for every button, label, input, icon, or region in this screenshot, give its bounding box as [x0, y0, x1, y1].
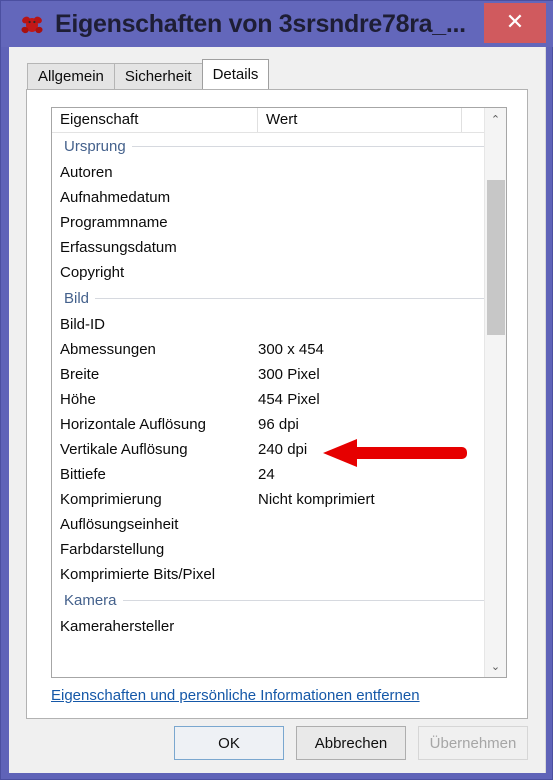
group-header-ursprung: Ursprung [52, 133, 506, 160]
row-property: Programmname [60, 214, 168, 231]
row-property: Bittiefe [60, 466, 106, 483]
tab-sicherheit[interactable]: Sicherheit [113, 63, 203, 89]
tab-details[interactable]: Details [201, 59, 270, 89]
row-property: Auflösungseinheit [60, 516, 179, 533]
row-property: Aufnahmedatum [60, 189, 171, 206]
row-value: 24 [258, 466, 275, 483]
table-row[interactable]: Programmname [52, 210, 506, 235]
group-header-kamera: Kamera [52, 587, 506, 614]
group-label: Bild [64, 290, 90, 307]
window-title: Eigenschaften von 3srsndre78ra_... [55, 10, 466, 38]
close-icon: ✕ [505, 10, 525, 35]
table-row[interactable]: Copyright [52, 260, 506, 285]
apply-button: Übernehmen [418, 726, 528, 760]
row-property: Abmessungen [60, 341, 156, 358]
table-row[interactable]: Höhe 454 Pixel [52, 387, 506, 412]
row-value: 300 Pixel [258, 366, 320, 383]
column-header-property[interactable]: Eigenschaft [52, 108, 258, 132]
table-row[interactable]: Abmessungen 300 x 454 [52, 337, 506, 362]
row-property: Breite [60, 366, 100, 383]
table-row[interactable]: Bild-ID [52, 312, 506, 337]
table-row[interactable]: Kamerahersteller [52, 614, 506, 639]
row-value: 240 dpi [258, 441, 308, 458]
group-rule [122, 600, 500, 601]
table-row[interactable]: Komprimierte Bits/Pixel [52, 562, 506, 587]
table-row[interactable]: Bittiefe 24 [52, 462, 506, 487]
remove-properties-link[interactable]: Eigenschaften und persönliche Informatio… [51, 687, 420, 704]
properties-dialog-window: Eigenschaften von 3srsndre78ra_... ✕ All… [0, 0, 553, 780]
close-button[interactable]: ✕ [484, 3, 546, 43]
group-label: Kamera [64, 592, 117, 609]
group-rule [131, 146, 500, 147]
scroll-down-icon[interactable]: ⌄ [485, 655, 506, 677]
row-property: Horizontale Auflösung [60, 416, 206, 433]
row-property: Autoren [60, 164, 113, 181]
table-row[interactable]: Farbdarstellung [52, 537, 506, 562]
cancel-button[interactable]: Abbrechen [296, 726, 406, 760]
group-rule [95, 298, 500, 299]
column-header-value[interactable]: Wert [258, 108, 462, 132]
group-label: Ursprung [64, 138, 126, 155]
tab-panel-details: Eigenschaft Wert Ursprung Autoren Aufnah… [26, 89, 528, 719]
row-property: Komprimierung [60, 491, 162, 508]
tab-strip: Allgemein Sicherheit Details [27, 59, 270, 89]
row-property: Höhe [60, 391, 96, 408]
table-row[interactable]: Erfassungsdatum [52, 235, 506, 260]
red-figure-icon [17, 9, 47, 39]
row-value: 96 dpi [258, 416, 299, 433]
dialog-button-bar: OK Abbrechen Übernehmen [9, 726, 546, 760]
vertical-scrollbar[interactable]: ⌃ ⌄ [484, 108, 506, 677]
title-bar: Eigenschaften von 3srsndre78ra_... ✕ [1, 1, 553, 47]
ok-button[interactable]: OK [174, 726, 284, 760]
row-value: Nicht komprimiert [258, 491, 375, 508]
list-header-row: Eigenschaft Wert [52, 108, 506, 133]
dialog-body: Allgemein Sicherheit Details Eigenschaft… [9, 47, 546, 773]
group-header-bild: Bild [52, 285, 506, 312]
table-row[interactable]: Auflösungseinheit [52, 512, 506, 537]
scrollbar-thumb[interactable] [487, 180, 505, 335]
row-property: Farbdarstellung [60, 541, 165, 558]
row-value: 300 x 454 [258, 341, 324, 358]
table-row[interactable]: Horizontale Auflösung 96 dpi [52, 412, 506, 437]
table-row[interactable]: Autoren [52, 160, 506, 185]
row-property: Copyright [60, 264, 125, 281]
row-value: 454 Pixel [258, 391, 320, 408]
table-row[interactable]: Aufnahmedatum [52, 185, 506, 210]
table-row-vertikale-aufloesung[interactable]: Vertikale Auflösung 240 dpi [52, 437, 506, 462]
tab-allgemein[interactable]: Allgemein [27, 63, 115, 89]
list-rows: Ursprung Autoren Aufnahmedatum Programmn… [52, 133, 506, 639]
row-property: Erfassungsdatum [60, 239, 177, 256]
table-row[interactable]: Komprimierung Nicht komprimiert [52, 487, 506, 512]
row-property: Kamerahersteller [60, 618, 175, 635]
row-property: Komprimierte Bits/Pixel [60, 566, 216, 583]
details-listbox[interactable]: Eigenschaft Wert Ursprung Autoren Aufnah… [51, 107, 507, 678]
row-property: Bild-ID [60, 316, 106, 333]
scroll-up-icon[interactable]: ⌃ [485, 108, 506, 130]
row-property: Vertikale Auflösung [60, 441, 188, 458]
table-row[interactable]: Breite 300 Pixel [52, 362, 506, 387]
